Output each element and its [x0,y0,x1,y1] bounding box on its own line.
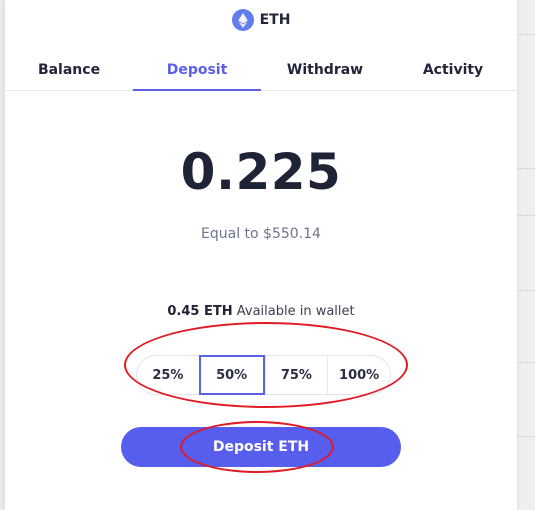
percent-100-button[interactable]: 100% [327,356,390,394]
background-divider [517,168,535,169]
deposit-modal: ETH Balance Deposit Withdraw Activity 0.… [5,0,517,510]
deposit-button[interactable]: Deposit ETH [121,427,401,467]
percent-selector: 25% 50% 75% 100% [136,355,391,395]
tab-deposit[interactable]: Deposit [133,52,261,91]
asset-symbol: ETH [259,12,291,28]
tab-balance[interactable]: Balance [5,52,133,90]
background-divider [517,34,535,35]
background-divider [517,436,535,437]
tab-activity[interactable]: Activity [389,52,517,90]
percent-25-button[interactable]: 25% [137,356,199,394]
wallet-available-amount: 0.45 ETH [167,304,233,319]
background-panel [517,0,535,510]
background-divider [517,290,535,291]
percent-50-button[interactable]: 50% [198,355,265,395]
background-divider [517,215,535,216]
percent-75-button[interactable]: 75% [264,356,328,394]
modal-header: ETH [5,0,517,40]
tab-withdraw[interactable]: Withdraw [261,52,389,90]
ethereum-icon [231,9,254,31]
tab-bar: Balance Deposit Withdraw Activity [5,52,517,91]
wallet-balance: 0.45 ETH Available in wallet [5,304,517,319]
deposit-amount-input[interactable]: 0.225 [5,143,517,201]
background-divider [517,362,535,363]
fiat-equivalent: Equal to $550.14 [201,226,321,242]
wallet-available-label: Available in wallet [232,304,355,319]
